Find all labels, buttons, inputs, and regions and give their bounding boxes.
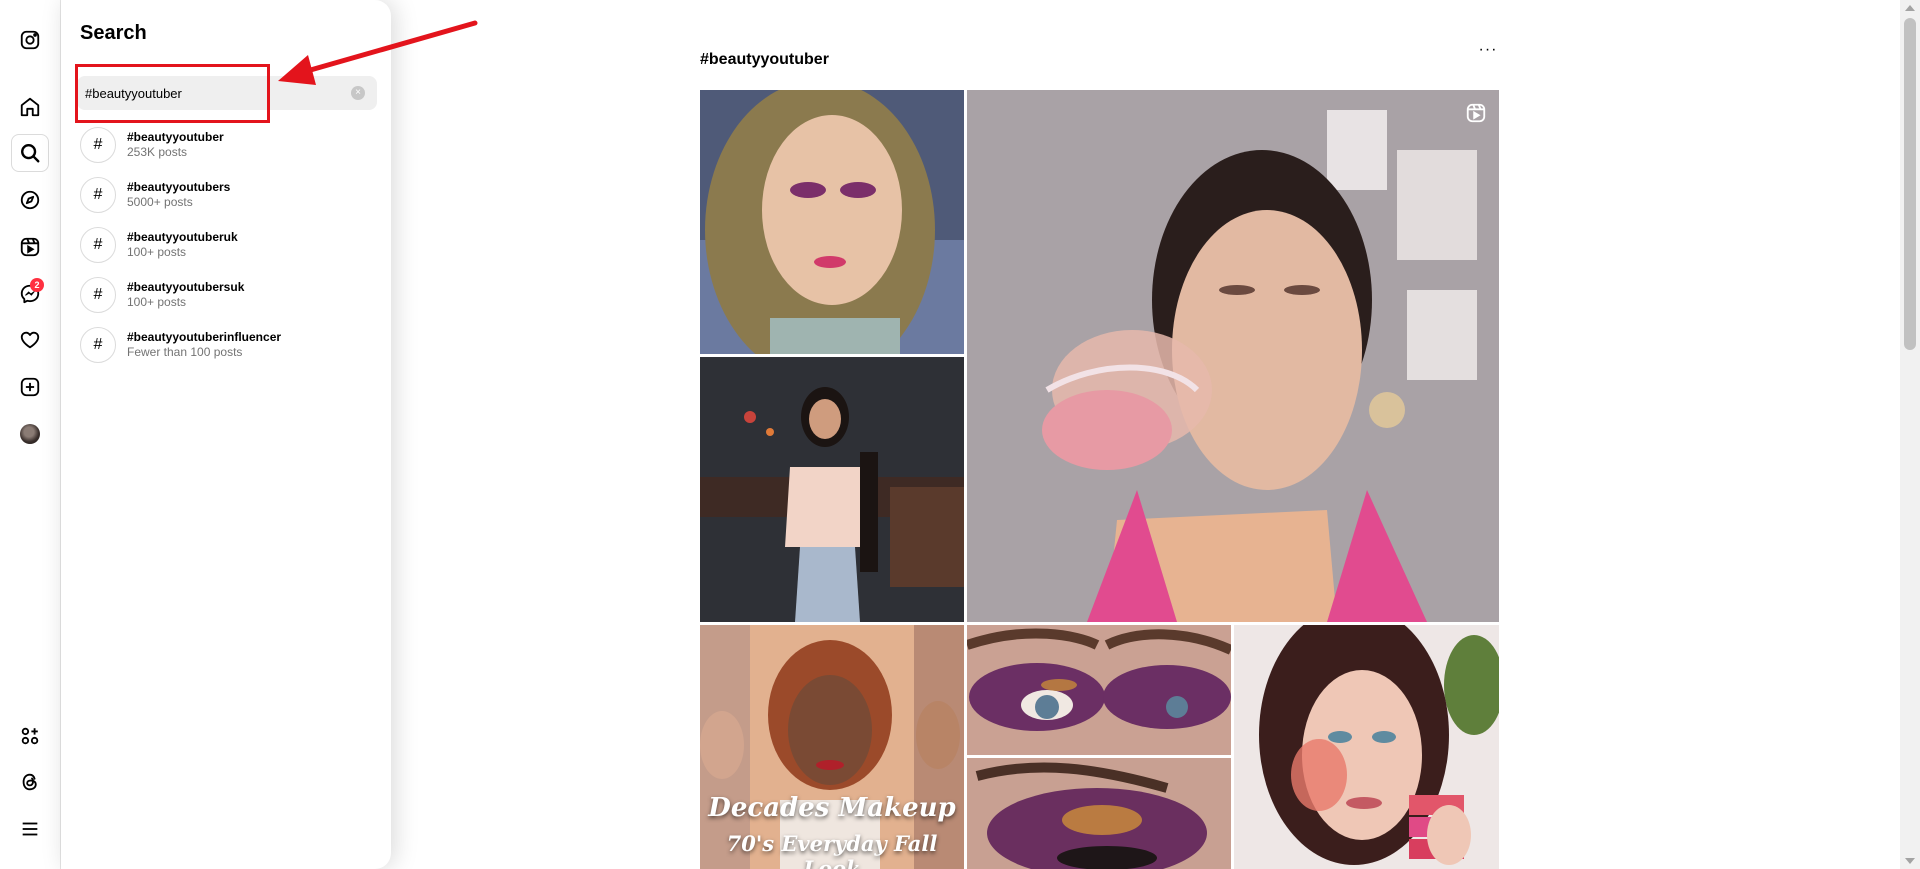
post-tile-5[interactable] xyxy=(967,625,1231,755)
hashtag-icon: # xyxy=(80,277,116,313)
result-count: 5000+ posts xyxy=(127,195,193,209)
hashtag-page-title: #beautyyoutuber xyxy=(700,51,829,68)
post-image-5 xyxy=(967,625,1231,755)
result-item[interactable]: # #beautyyoutubers 5000+ posts xyxy=(80,175,380,219)
more-options-icon[interactable]: ··· xyxy=(1476,42,1500,60)
search-panel: Search × # #beautyyoutuber 253K posts # … xyxy=(61,0,391,869)
post-overlay-subtitle: 70's Everyday Fall Look xyxy=(726,831,938,869)
post-tile-2-reel[interactable] xyxy=(967,90,1499,622)
hashtag-icon: # xyxy=(80,227,116,263)
reels-icon xyxy=(1466,103,1486,123)
annotation-highlight-box xyxy=(75,64,270,123)
avatar xyxy=(20,424,40,444)
result-item[interactable]: # #beautyyoutuber 253K posts xyxy=(80,125,380,169)
menu-icon[interactable] xyxy=(11,810,49,848)
result-count: 100+ posts xyxy=(127,295,187,309)
result-item[interactable]: # #beautyyoutubersuk 100+ posts xyxy=(80,275,380,319)
post-image-6 xyxy=(967,758,1231,869)
result-name: #beautyyoutubersuk xyxy=(127,280,245,294)
messenger-icon[interactable]: 2 xyxy=(11,275,49,313)
scrollbar-thumb[interactable] xyxy=(1904,18,1916,350)
result-name: #beautyyoutuber xyxy=(127,130,224,144)
nav-rail: 2 xyxy=(0,0,61,869)
page-scrollbar[interactable] xyxy=(1900,0,1920,869)
threads-apps-icon[interactable] xyxy=(11,717,49,755)
search-icon[interactable] xyxy=(11,134,49,172)
post-overlay-title: Decades Makeup xyxy=(708,793,956,823)
result-count: 253K posts xyxy=(127,145,188,159)
post-image-2 xyxy=(967,90,1499,622)
instagram-icon[interactable] xyxy=(11,21,49,59)
reels-icon[interactable] xyxy=(11,228,49,266)
post-tile-7[interactable] xyxy=(1234,625,1499,869)
scroll-down-icon[interactable] xyxy=(1905,858,1915,864)
home-icon[interactable] xyxy=(11,88,49,126)
panel-title: Search xyxy=(80,22,147,44)
create-icon[interactable] xyxy=(11,368,49,406)
result-item[interactable]: # #beautyyoutuberuk 100+ posts xyxy=(80,225,380,269)
hashtag-icon: # xyxy=(80,177,116,213)
hashtag-icon: # xyxy=(80,327,116,363)
result-name: #beautyyoutuberinfluencer xyxy=(127,330,282,344)
result-item[interactable]: # #beautyyoutuberinfluencer Fewer than 1… xyxy=(80,325,380,369)
post-image-7 xyxy=(1234,625,1499,869)
post-tile-6[interactable] xyxy=(967,758,1231,869)
heart-icon[interactable] xyxy=(11,321,49,359)
post-tile-3[interactable] xyxy=(700,357,964,622)
post-grid: Decades Makeup 70's Everyday Fall Look xyxy=(700,90,1499,869)
post-image-1 xyxy=(700,90,964,354)
hashtag-icon: # xyxy=(80,127,116,163)
post-tile-4[interactable]: Decades Makeup 70's Everyday Fall Look xyxy=(700,625,964,869)
threads-icon[interactable] xyxy=(11,763,49,801)
post-image-3 xyxy=(700,357,964,622)
scroll-up-icon[interactable] xyxy=(1905,5,1915,11)
messages-badge: 2 xyxy=(30,278,44,292)
result-count: Fewer than 100 posts xyxy=(127,345,243,359)
result-name: #beautyyoutubers xyxy=(127,180,231,194)
post-tile-1[interactable] xyxy=(700,90,964,354)
result-name: #beautyyoutuberuk xyxy=(127,230,238,244)
result-count: 100+ posts xyxy=(127,245,187,259)
profile-avatar[interactable] xyxy=(11,415,49,453)
annotation-arrow xyxy=(278,20,478,85)
explore-icon[interactable] xyxy=(11,181,49,219)
